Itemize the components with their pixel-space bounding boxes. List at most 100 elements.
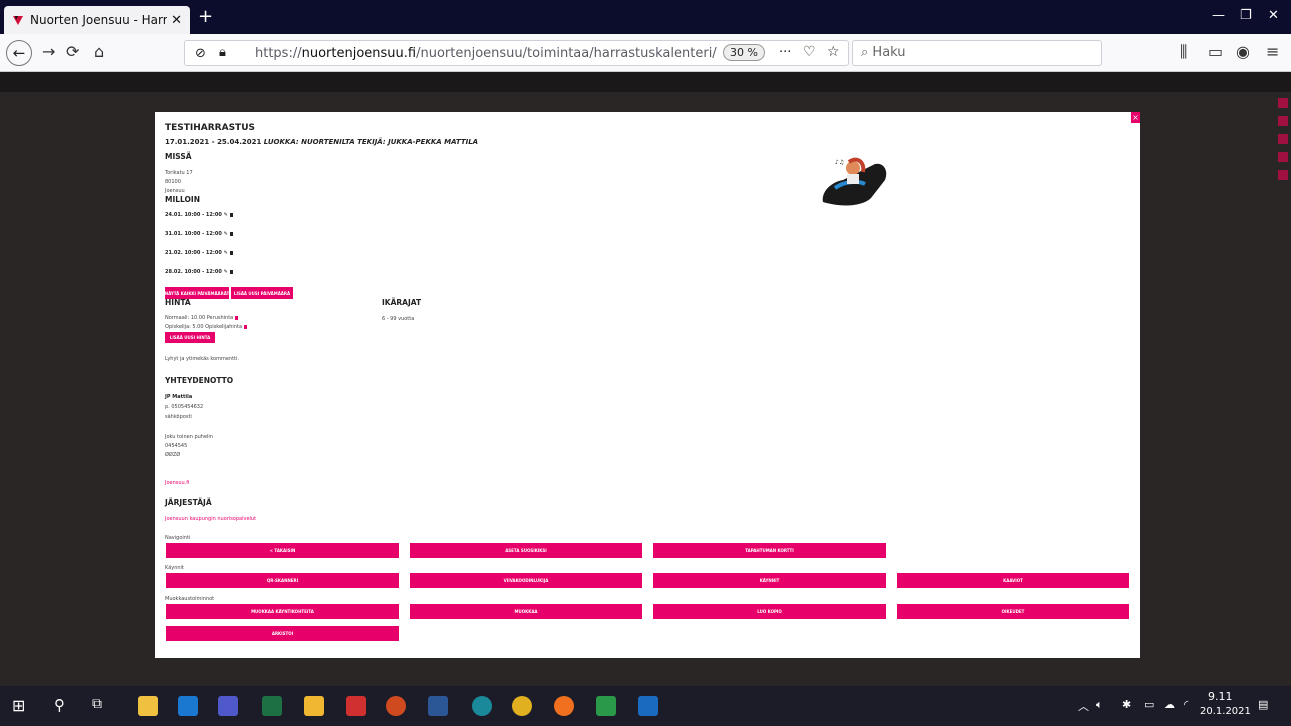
tab-close-icon[interactable]: ✕ [171, 13, 182, 28]
app-icon[interactable] [596, 696, 616, 716]
reload-icon[interactable]: ⟳ [66, 42, 79, 61]
notifications-icon[interactable]: ▤ [1258, 698, 1268, 711]
tab-title: Nuorten Joensuu - Harrastuskal [30, 13, 168, 27]
set-favorite-button[interactable]: ASETA SUOSIKIKSI [410, 543, 642, 558]
browser-tab[interactable]: Nuorten Joensuu - Harrastuskal ✕ [4, 6, 190, 34]
new-tab-button[interactable]: + [198, 6, 213, 28]
url-bar[interactable]: ⊘ 🔒︎ https://nuortenjoensuu.fi/nuortenjo… [184, 40, 849, 66]
search-taskbar-icon[interactable]: ⚲ [54, 696, 74, 716]
windows-start-icon[interactable]: ⊞ [12, 696, 32, 716]
edit-visit-targets-button[interactable]: MUOKKAA KÄYNTIKOHTEITA [166, 604, 399, 619]
clock-date[interactable]: 20.1.2021 [1200, 706, 1251, 717]
trash-icon[interactable] [229, 212, 233, 217]
teams-icon[interactable] [218, 696, 238, 716]
contact-phone: p. 0505454632 [165, 404, 204, 410]
copy-button[interactable]: LUO KOPIO [653, 604, 886, 619]
when-heading: MILLOIN [165, 195, 200, 204]
edge-icon[interactable] [472, 696, 492, 716]
visits-button[interactable]: KÄYNNIT [653, 573, 886, 588]
sidebar-icon[interactable]: ▭ [1208, 42, 1223, 61]
close-window-icon[interactable]: ✕ [1268, 8, 1279, 23]
trash-icon[interactable] [244, 324, 248, 329]
battery-icon[interactable]: ▭ [1144, 698, 1154, 711]
organizer-heading: JÄRJESTÄJÄ [165, 498, 212, 507]
event-card-button[interactable]: TAPAHTUMAN KORTTI [653, 543, 886, 558]
bookmark-star-icon[interactable]: ☆ [827, 44, 840, 60]
wifi-icon[interactable]: ◜ [1184, 698, 1188, 711]
qr-scanner-button[interactable]: QR-SKANNERI [166, 573, 399, 588]
side-button[interactable] [1278, 116, 1288, 126]
organizer-link[interactable]: Joensuun kaupungin nuorisopalvelut [165, 516, 256, 522]
firefox-icon[interactable] [554, 696, 574, 716]
contact-name: JP Mattila [165, 394, 193, 400]
edit-button[interactable]: MUOKKAA [410, 604, 642, 619]
edit-pencil-icon[interactable]: ✎ [224, 269, 228, 275]
modal-close-button[interactable]: × [1131, 112, 1140, 123]
contact-extra: ØØZØ [165, 452, 181, 458]
back-arrow-icon[interactable]: ← [6, 40, 32, 66]
task-view-icon[interactable]: ⧉ [92, 696, 112, 716]
edit-pencil-icon[interactable]: ✎ [224, 250, 228, 256]
contact-heading: YHTEYDENOTTO [165, 376, 234, 385]
add-price-button[interactable]: LISÄÄ UUSI HINTA [165, 332, 215, 343]
tray-chevron-icon[interactable]: ︿ [1078, 698, 1089, 714]
side-button[interactable] [1278, 152, 1288, 162]
edit-pencil-icon[interactable]: ✎ [224, 212, 228, 218]
trash-icon[interactable] [229, 250, 233, 255]
pdf-icon[interactable] [346, 696, 366, 716]
outlook-icon[interactable] [638, 696, 658, 716]
library-icon[interactable]: ⫼ [1180, 42, 1187, 62]
side-button[interactable] [1278, 134, 1288, 144]
url-text[interactable]: https://nuortenjoensuu.fi/nuortenjoensuu… [255, 46, 717, 61]
side-button[interactable] [1278, 98, 1288, 108]
trash-icon[interactable] [235, 315, 239, 320]
permissions-button[interactable]: OIKEUDET [897, 604, 1129, 619]
forward-arrow-icon[interactable]: → [42, 42, 55, 61]
edit-label: Muokkaustoiminnot [165, 596, 215, 602]
file-explorer-icon[interactable] [304, 696, 324, 716]
word-icon[interactable] [428, 696, 448, 716]
contact-link[interactable]: Joensuu.fi [165, 480, 189, 486]
page-actions-icon[interactable]: ··· [779, 45, 791, 60]
time-text: 24.01. 10:00 - 12:00 [165, 212, 222, 218]
tray-app-icon[interactable]: ✱ [1122, 698, 1131, 711]
volume-icon[interactable]: 🔈︎ [1096, 698, 1103, 712]
nav-bar: ← → ⟳ ⌂ ⊘ 🔒︎ https://nuortenjoensuu.fi/n… [0, 34, 1291, 72]
address-line: Torikatu 17 [165, 170, 193, 176]
menu-icon[interactable]: ≡ [1266, 42, 1279, 61]
lock-icon[interactable]: 🔒︎ [219, 45, 226, 60]
search-input[interactable]: ⌕ Haku [852, 40, 1102, 66]
event-dates: 17.01.2021 - 25.04.2021 [165, 138, 262, 146]
tracking-protection-icon[interactable]: ⊘ [195, 46, 206, 61]
store-icon[interactable] [138, 696, 158, 716]
comment-text: Lyhyt ja ytimekäs kommentti. [165, 356, 239, 362]
side-button[interactable] [1278, 170, 1288, 180]
windows-taskbar: ⊞ ⚲ ⧉ ︿ 🔈︎ ✱ ▭ ☁ ◜ 9.11 20.1.2021 ▤ [0, 686, 1291, 726]
powerpoint-icon[interactable] [386, 696, 406, 716]
account-icon[interactable]: ◉ [1236, 42, 1250, 61]
zoom-level[interactable]: 30 % [723, 44, 765, 61]
search-icon: ⌕ [861, 45, 873, 60]
trash-icon[interactable] [229, 269, 233, 274]
barcode-reader-button[interactable]: VIIVAKOODINLUKIJA [410, 573, 642, 588]
chrome-icon[interactable] [512, 696, 532, 716]
age-value: 6 - 99 vuotta [382, 316, 415, 322]
excel-icon[interactable] [262, 696, 282, 716]
event-title: TESTIHARRASTUS [165, 123, 255, 133]
time-row: 21.02. 10:00 - 12:00 ✎ [165, 250, 233, 256]
restore-icon[interactable]: ❐ [1240, 8, 1252, 23]
archive-button[interactable]: ARKISTOI [166, 626, 399, 641]
home-icon[interactable]: ⌂ [94, 42, 104, 61]
pocket-icon[interactable]: ♡ [803, 44, 816, 60]
charts-button[interactable]: KAAVIOT [897, 573, 1129, 588]
add-date-button[interactable]: LISÄÄ UUSI PÄIVÄMÄÄRÄ [231, 287, 293, 299]
time-text: 21.02. 10:00 - 12:00 [165, 250, 222, 256]
edit-pencil-icon[interactable]: ✎ [224, 231, 228, 237]
internet-explorer-icon[interactable] [178, 696, 198, 716]
onedrive-icon[interactable]: ☁ [1164, 698, 1175, 711]
minimize-icon[interactable]: — [1212, 8, 1225, 23]
event-illustration: ♪♫ [813, 152, 893, 208]
trash-icon[interactable] [229, 231, 233, 236]
clock-time[interactable]: 9.11 [1208, 690, 1233, 703]
back-button[interactable]: < TAKAISIN [166, 543, 399, 558]
